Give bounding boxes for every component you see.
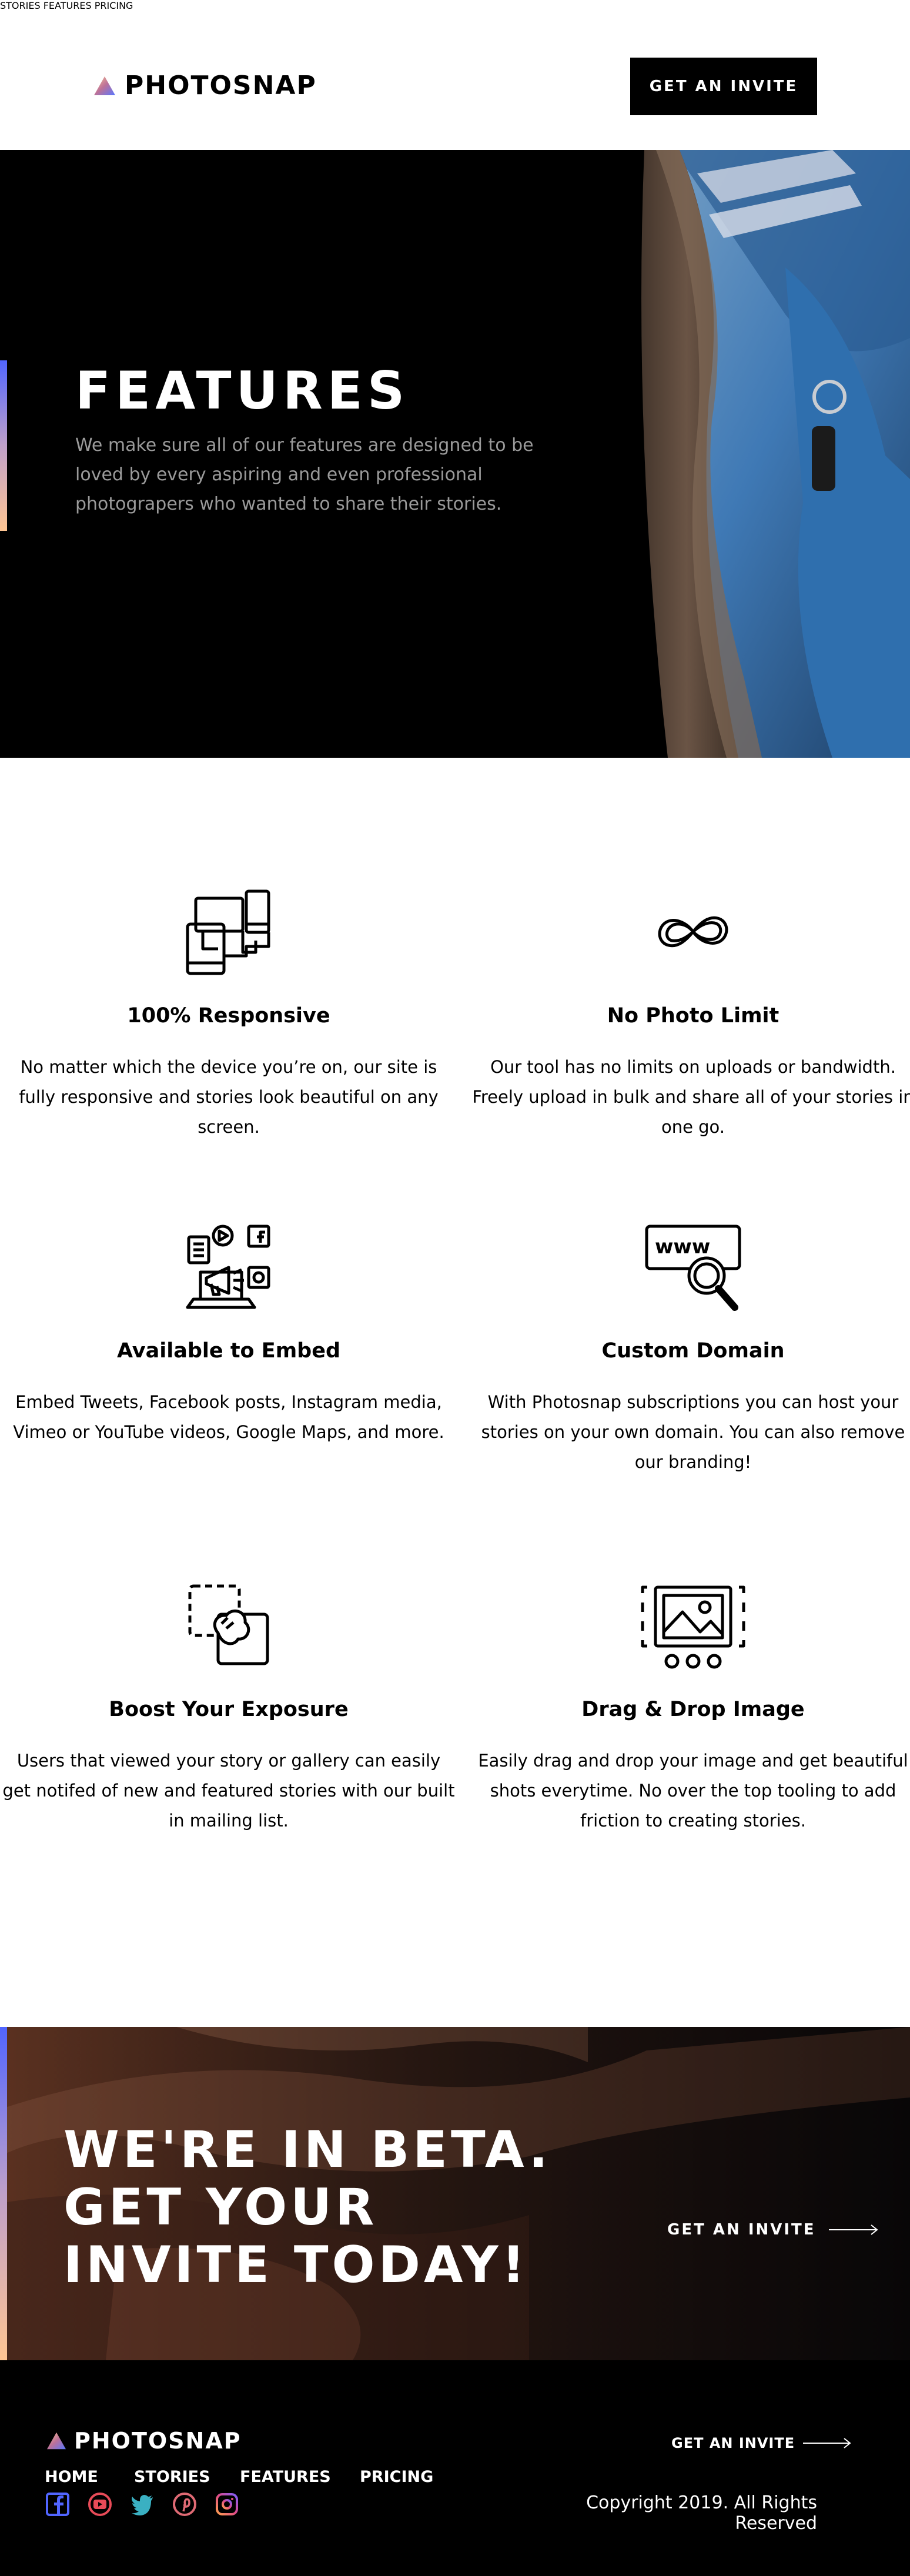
beta-invite-label: GET AN INVITE xyxy=(667,2221,816,2239)
feature-title: No Photo Limit xyxy=(607,1004,779,1028)
feature-card: No Photo Limit Our tool has no limits on… xyxy=(467,888,910,1142)
logo-triangle-icon xyxy=(47,2432,66,2450)
footer-logo-text: PHOTOSNAP xyxy=(74,2428,242,2454)
embed-media-icon xyxy=(186,1225,270,1309)
site-header: PHOTOSNAP STORIES FEATURES PRICING GET A… xyxy=(0,0,910,150)
feature-title: 100% Responsive xyxy=(127,1004,330,1028)
feature-title: Drag & Drop Image xyxy=(581,1698,805,1721)
logo-triangle-icon xyxy=(94,76,115,95)
feature-text: Embed Tweets, Facebook posts, Instagram … xyxy=(13,1392,444,1442)
footer-nav-features[interactable]: FEATURES xyxy=(240,2468,331,2486)
instagram-icon[interactable] xyxy=(215,2493,239,2516)
footer-nav-home[interactable]: HOME xyxy=(45,2468,98,2486)
feature-card: Available to Embed Embed Tweets, Faceboo… xyxy=(2,1223,455,1447)
feature-card: www Custom Domain With Photosnap subscri… xyxy=(467,1223,910,1477)
feature-card: Drag & Drop Image Easily drag and drop y… xyxy=(467,1581,910,1836)
hero-gradient-accent xyxy=(0,360,7,531)
nav-pricing[interactable]: PRICING xyxy=(95,0,133,11)
hero-title: FEATURES xyxy=(75,360,410,421)
hero-description: We make sure all of our features are des… xyxy=(75,435,534,514)
footer-invite-label: GET AN INVITE xyxy=(671,2435,795,2451)
beta-title: WE'RE IN BETA. GET YOUR INVITE TODAY! xyxy=(63,2120,551,2294)
youtube-icon[interactable] xyxy=(88,2493,112,2516)
infinity-icon xyxy=(658,916,728,948)
boost-exposure-icon xyxy=(188,1584,269,1665)
footer-invite-link[interactable]: GET AN INVITE xyxy=(671,2435,852,2451)
arrow-right-icon xyxy=(828,2224,878,2235)
feature-text: No matter which the device you’re on, ou… xyxy=(19,1057,439,1137)
facebook-icon[interactable] xyxy=(46,2493,69,2516)
get-invite-button[interactable]: GET AN INVITE xyxy=(630,58,817,115)
footer-nav-stories[interactable]: STORIES xyxy=(134,2468,210,2486)
footer-nav-pricing[interactable]: PRICING xyxy=(360,2468,433,2486)
beta-invite-link[interactable]: GET AN INVITE xyxy=(667,2221,879,2239)
feature-text: Users that viewed your story or gallery … xyxy=(2,1751,455,1831)
feature-title: Available to Embed xyxy=(116,1339,341,1363)
hero-section: FEATURES We make sure all of our feature… xyxy=(0,150,910,758)
pinterest-icon[interactable] xyxy=(173,2493,196,2516)
feature-text: Our tool has no limits on uploads or ban… xyxy=(472,1057,910,1137)
nav-features[interactable]: FEATURES xyxy=(44,0,92,11)
logo-text: PHOTOSNAP xyxy=(125,71,317,101)
beta-gradient-accent xyxy=(0,2027,7,2360)
feature-card: 100% Responsive No matter which the devi… xyxy=(2,888,455,1142)
arrow-right-icon xyxy=(803,2438,851,2448)
copyright-text: Copyright 2019. All Rights Reserved xyxy=(586,2493,817,2534)
social-links xyxy=(46,2493,239,2516)
beta-banner: WE'RE IN BETA. GET YOUR INVITE TODAY! xyxy=(0,2027,910,2360)
svg-text:www: www xyxy=(655,1235,710,1259)
hero-photo xyxy=(609,150,910,758)
custom-domain-icon: www xyxy=(645,1225,741,1311)
twitter-icon[interactable] xyxy=(131,2493,154,2516)
feature-title: Boost Your Exposure xyxy=(109,1698,349,1721)
feature-title: Custom Domain xyxy=(601,1339,785,1363)
footer-logo[interactable]: PHOTOSNAP xyxy=(46,2428,242,2454)
logo[interactable]: PHOTOSNAP xyxy=(93,71,317,101)
feature-text: With Photosnap subscriptions you can hos… xyxy=(481,1392,905,1472)
feature-card: Boost Your Exposure Users that viewed yo… xyxy=(2,1581,455,1836)
nav-stories[interactable]: STORIES xyxy=(0,0,41,11)
feature-text: Easily drag and drop your image and get … xyxy=(478,1751,908,1831)
drag-drop-image-icon xyxy=(641,1585,745,1669)
responsive-devices-icon xyxy=(186,889,270,975)
